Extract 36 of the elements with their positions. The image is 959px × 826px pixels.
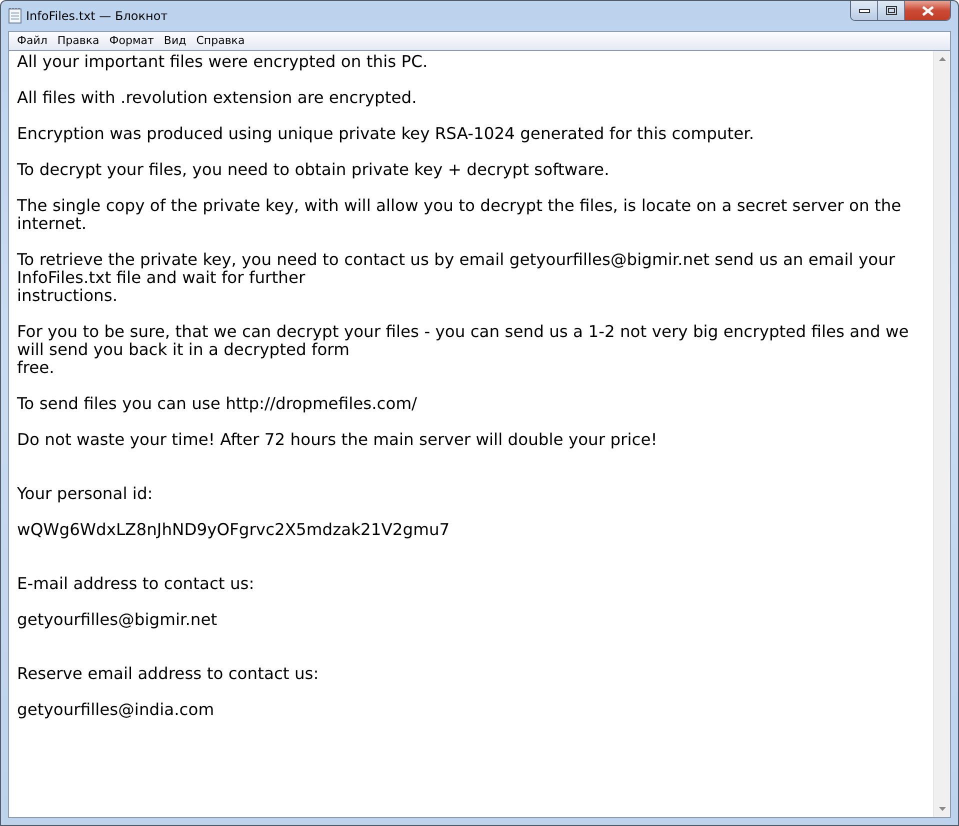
scrollbar[interactable]: [933, 51, 950, 817]
text-line: wQWg6WdxLZ8nJhND9yOFgrvc2X5mdzak21V2gmu7: [17, 521, 450, 539]
text-line: E-mail address to contact us:: [17, 575, 254, 593]
text-line: InfoFiles.txt file and wait for further: [17, 269, 306, 287]
menu-item[interactable]: Файл: [12, 32, 52, 50]
text-line: For you to be sure, that we can decrypt your files - you can send us a 1-2 not very big encrypted files and we: [17, 323, 909, 341]
text-line: Encryption was produced using unique private key RSA-1024 generated for this computer.: [17, 125, 754, 143]
text-line: Do not waste your time! After 72 hours the main server will double your price!: [17, 431, 658, 449]
text-line: To decrypt your files, you need to obtain private key + decrypt software.: [17, 161, 610, 179]
close-icon: [922, 6, 934, 16]
text-line: Your personal id:: [17, 485, 153, 503]
text-line: internet.: [17, 215, 87, 233]
notepad-icon: [8, 8, 22, 24]
maximize-icon: [886, 6, 896, 15]
text-line: To send files you can use http://dropmefiles.com/: [17, 395, 418, 413]
minimize-icon: [858, 8, 870, 12]
scroll-down-icon[interactable]: [938, 807, 946, 811]
text-line: free.: [17, 359, 54, 377]
text-line: getyourfilles@bigmir.net: [17, 611, 218, 629]
maximize-button[interactable]: [878, 1, 905, 20]
text-line: The single copy of the private key, with will allow you to decrypt the files, is locate on a secret server on the: [17, 197, 902, 215]
text-line: All your important files were encrypted on this PC.: [17, 53, 428, 71]
text-line: All files with .revolution extension are encrypted.: [17, 89, 417, 107]
scroll-up-icon[interactable]: [938, 57, 946, 61]
text-line: getyourfilles@india.com: [17, 701, 214, 719]
menu-item[interactable]: Справка: [191, 32, 250, 50]
text-line: instructions.: [17, 287, 118, 305]
menu-item[interactable]: Формат: [104, 32, 159, 50]
close-button[interactable]: [905, 1, 950, 20]
menu-item[interactable]: Правка: [52, 32, 104, 50]
minimize-button[interactable]: [851, 1, 878, 20]
window-title: InfoFiles.txt — Блокнот: [26, 8, 168, 25]
text-line: To retrieve the private key, you need to contact us by email getyourfilles@bigmir.net send us an email your: [17, 251, 896, 269]
menu-item[interactable]: Вид: [158, 32, 192, 50]
text-line: Reserve email address to contact us:: [17, 665, 319, 683]
text-line: will send you back it in a decrypted form: [17, 341, 350, 359]
